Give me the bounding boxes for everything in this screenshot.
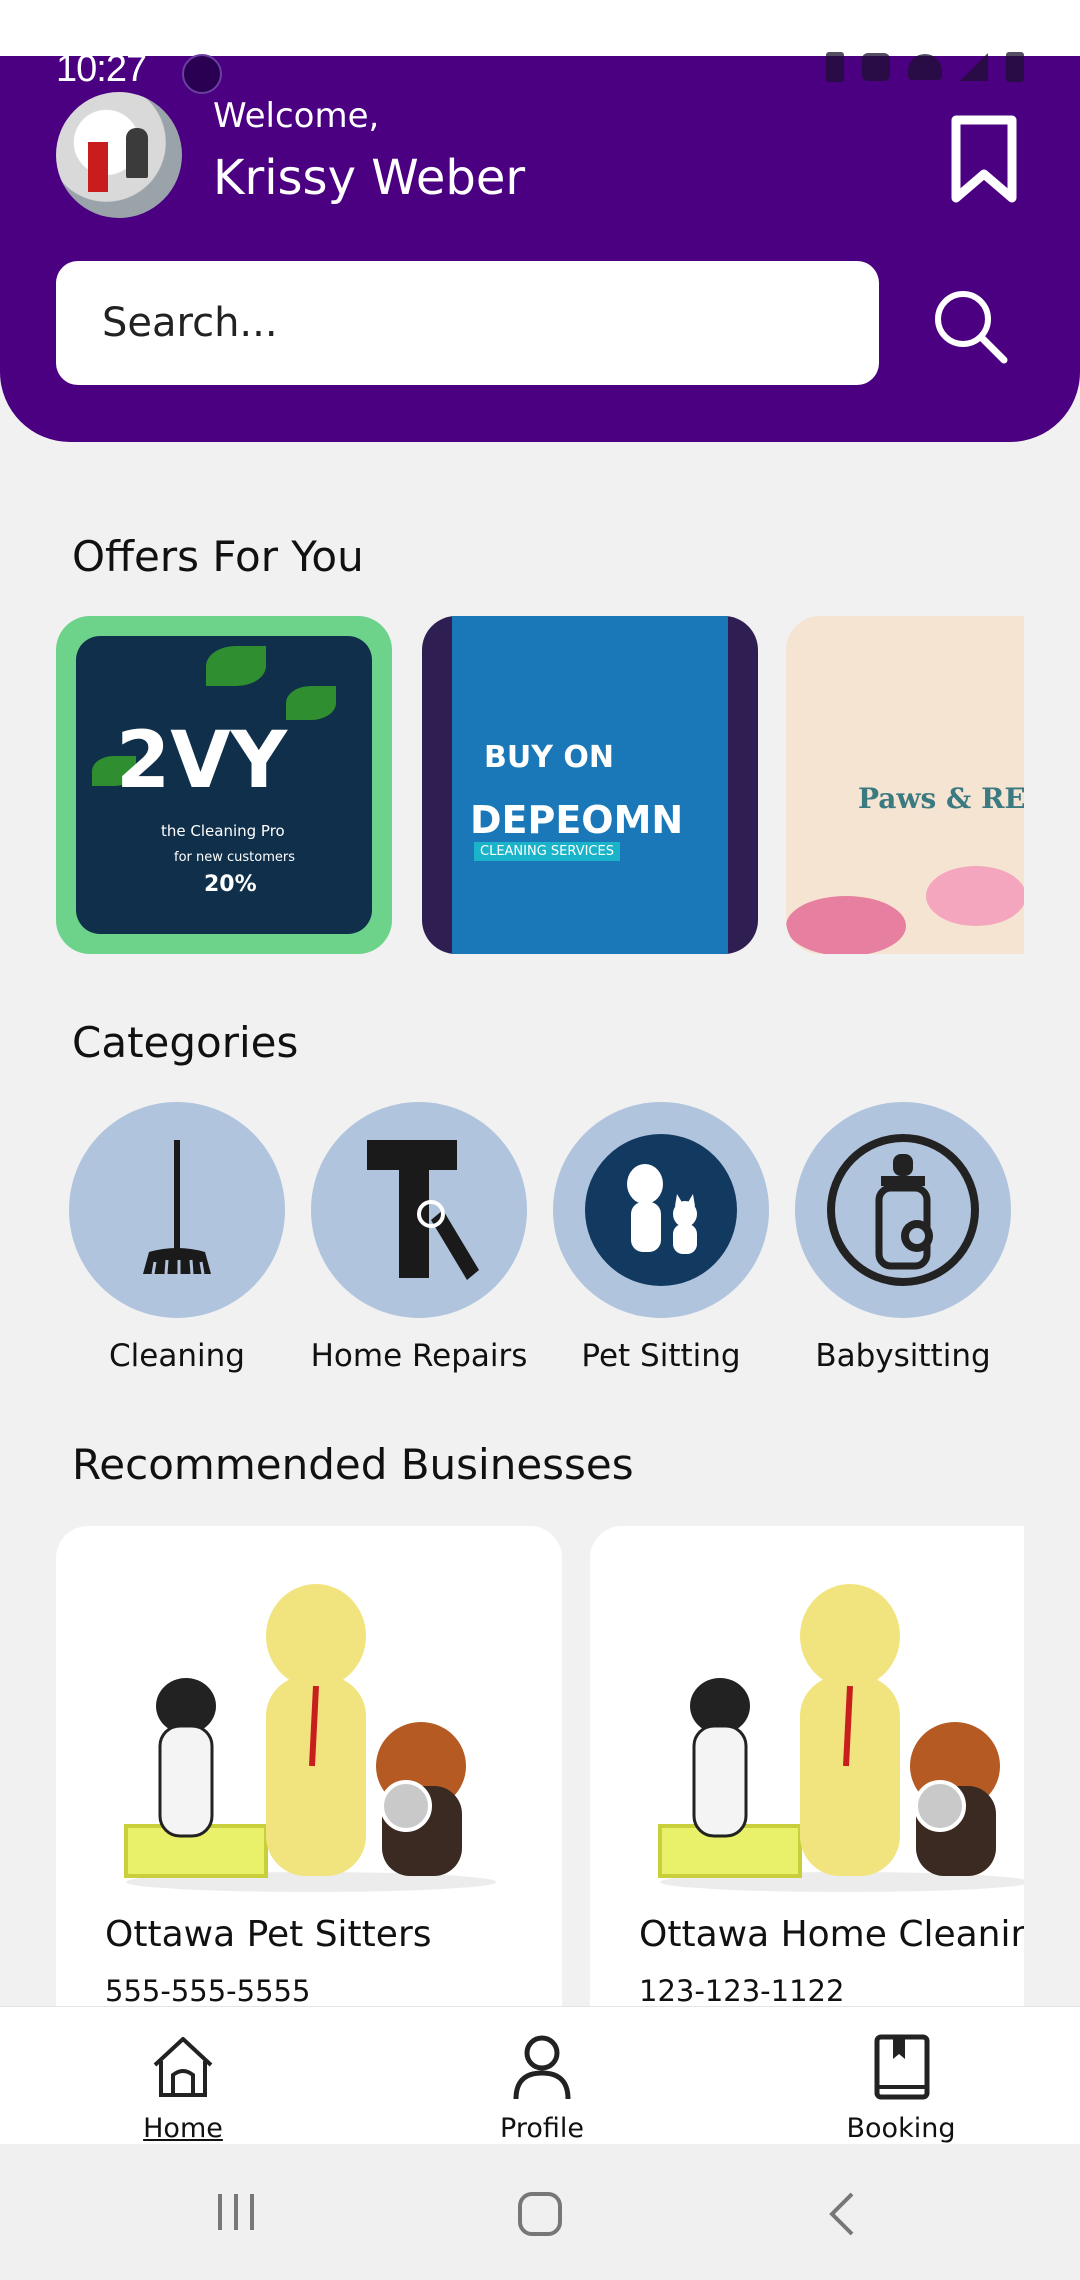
offer-headline: DEPEOMN: [470, 798, 684, 842]
baby-bottle-icon: [827, 1134, 979, 1286]
nav-label: Booking: [846, 2113, 956, 2144]
category-cleaning[interactable]: Cleaning: [56, 1102, 298, 1374]
app-notification-icon: [182, 54, 222, 94]
broom-icon: [143, 1140, 211, 1275]
status-bar: 10:27: [56, 48, 1024, 94]
offer-card[interactable]: BUY ON DEPEOMN CLEANING SERVICES: [422, 616, 758, 954]
offer-headline: BUY ON: [484, 740, 615, 775]
avatar-scarf: [88, 142, 108, 192]
offer-card[interactable]: 2VY the Cleaning Pro for new customers 2…: [56, 616, 392, 954]
leaf-decoration: [286, 686, 336, 720]
battery-icon: [1006, 52, 1024, 82]
nav-home[interactable]: Home: [83, 2031, 283, 2144]
category-circle: [553, 1102, 769, 1318]
business-phone: 123-123-1122: [639, 1974, 845, 2006]
business-name: Ottawa Pet Sitters: [105, 1914, 432, 1955]
person-icon: [513, 2035, 571, 2100]
search-icon[interactable]: [930, 286, 1010, 366]
signal-icon: [960, 53, 988, 81]
business-card[interactable]: Ottawa Pet Sitters 555-555-5555: [56, 1526, 562, 2006]
offer-discount: 20%: [204, 872, 257, 897]
home-icon: [153, 2037, 213, 2097]
offer-headline: 2VY: [116, 716, 288, 806]
category-label: Babysitting: [815, 1338, 991, 1374]
category-circle: [69, 1102, 285, 1318]
bottom-nav: Home Profile Booking: [0, 2006, 1080, 2144]
user-name: Krissy Weber: [213, 150, 526, 206]
business-card[interactable]: Ottawa Home Cleaning 123-123-1122: [590, 1526, 1024, 2006]
battery-saver-icon: [826, 52, 844, 82]
recent-apps-icon[interactable]: [212, 2190, 262, 2234]
offers-title: Offers For You: [72, 532, 364, 581]
hammer-icon: [367, 1140, 479, 1280]
search-input[interactable]: [56, 261, 879, 385]
categories-list: Cleaning Home Repairs Pet Sitting Babysi…: [56, 1102, 1024, 1374]
pet-bed-decoration: [926, 866, 1024, 926]
status-time: 10:27: [56, 48, 147, 90]
category-home-repairs[interactable]: Home Repairs: [298, 1102, 540, 1374]
pets-illustration: [658, 1584, 1024, 1892]
businesses-title: Recommended Businesses: [72, 1440, 634, 1489]
system-nav-bar: [0, 2144, 1080, 2280]
business-phone: 555-555-5555: [105, 1974, 311, 2006]
pet-bed-decoration: [786, 896, 906, 954]
offers-carousel[interactable]: 2VY the Cleaning Pro for new customers 2…: [56, 616, 1024, 956]
nav-label: Home: [143, 2113, 223, 2144]
offer-subtitle: CLEANING SERVICES: [474, 842, 620, 861]
offer-subtitle: the Cleaning Pro: [161, 822, 285, 840]
categories-title: Categories: [72, 1018, 299, 1067]
status-icons: [826, 52, 1024, 82]
category-circle: [311, 1102, 527, 1318]
bookmark-icon[interactable]: [944, 114, 1024, 204]
leaf-decoration: [206, 646, 266, 686]
offer-headline: Paws & REelax: [858, 782, 1024, 815]
nav-profile[interactable]: Profile: [442, 2031, 642, 2144]
nav-label: Profile: [500, 2113, 584, 2144]
category-label: Cleaning: [109, 1338, 245, 1374]
home-button-icon[interactable]: [516, 2190, 564, 2238]
avatar[interactable]: [56, 92, 182, 218]
wifi-icon: [908, 54, 942, 80]
offer-subtitle: for new customers: [174, 850, 295, 865]
mute-icon: [862, 53, 890, 81]
nav-booking[interactable]: Booking: [801, 2031, 1001, 2144]
book-icon: [874, 2034, 930, 2100]
pets-illustration: [124, 1584, 496, 1892]
avatar-person: [126, 128, 148, 178]
category-pet-sitting[interactable]: Pet Sitting: [540, 1102, 782, 1374]
back-icon[interactable]: [822, 2190, 862, 2238]
welcome-text: Welcome,: [213, 96, 380, 136]
pets-icon: [585, 1134, 737, 1286]
category-label: Home Repairs: [310, 1338, 528, 1374]
offer-card[interactable]: Paws & REelax: [786, 616, 1024, 954]
business-name: Ottawa Home Cleaning: [639, 1914, 1024, 1955]
category-label: Pet Sitting: [581, 1338, 741, 1374]
offer-poster: [452, 616, 728, 954]
businesses-carousel[interactable]: Ottawa Pet Sitters 555-555-5555 Ottawa H…: [56, 1526, 1024, 2006]
category-circle: [795, 1102, 1011, 1318]
category-babysitting[interactable]: Babysitting: [782, 1102, 1024, 1374]
